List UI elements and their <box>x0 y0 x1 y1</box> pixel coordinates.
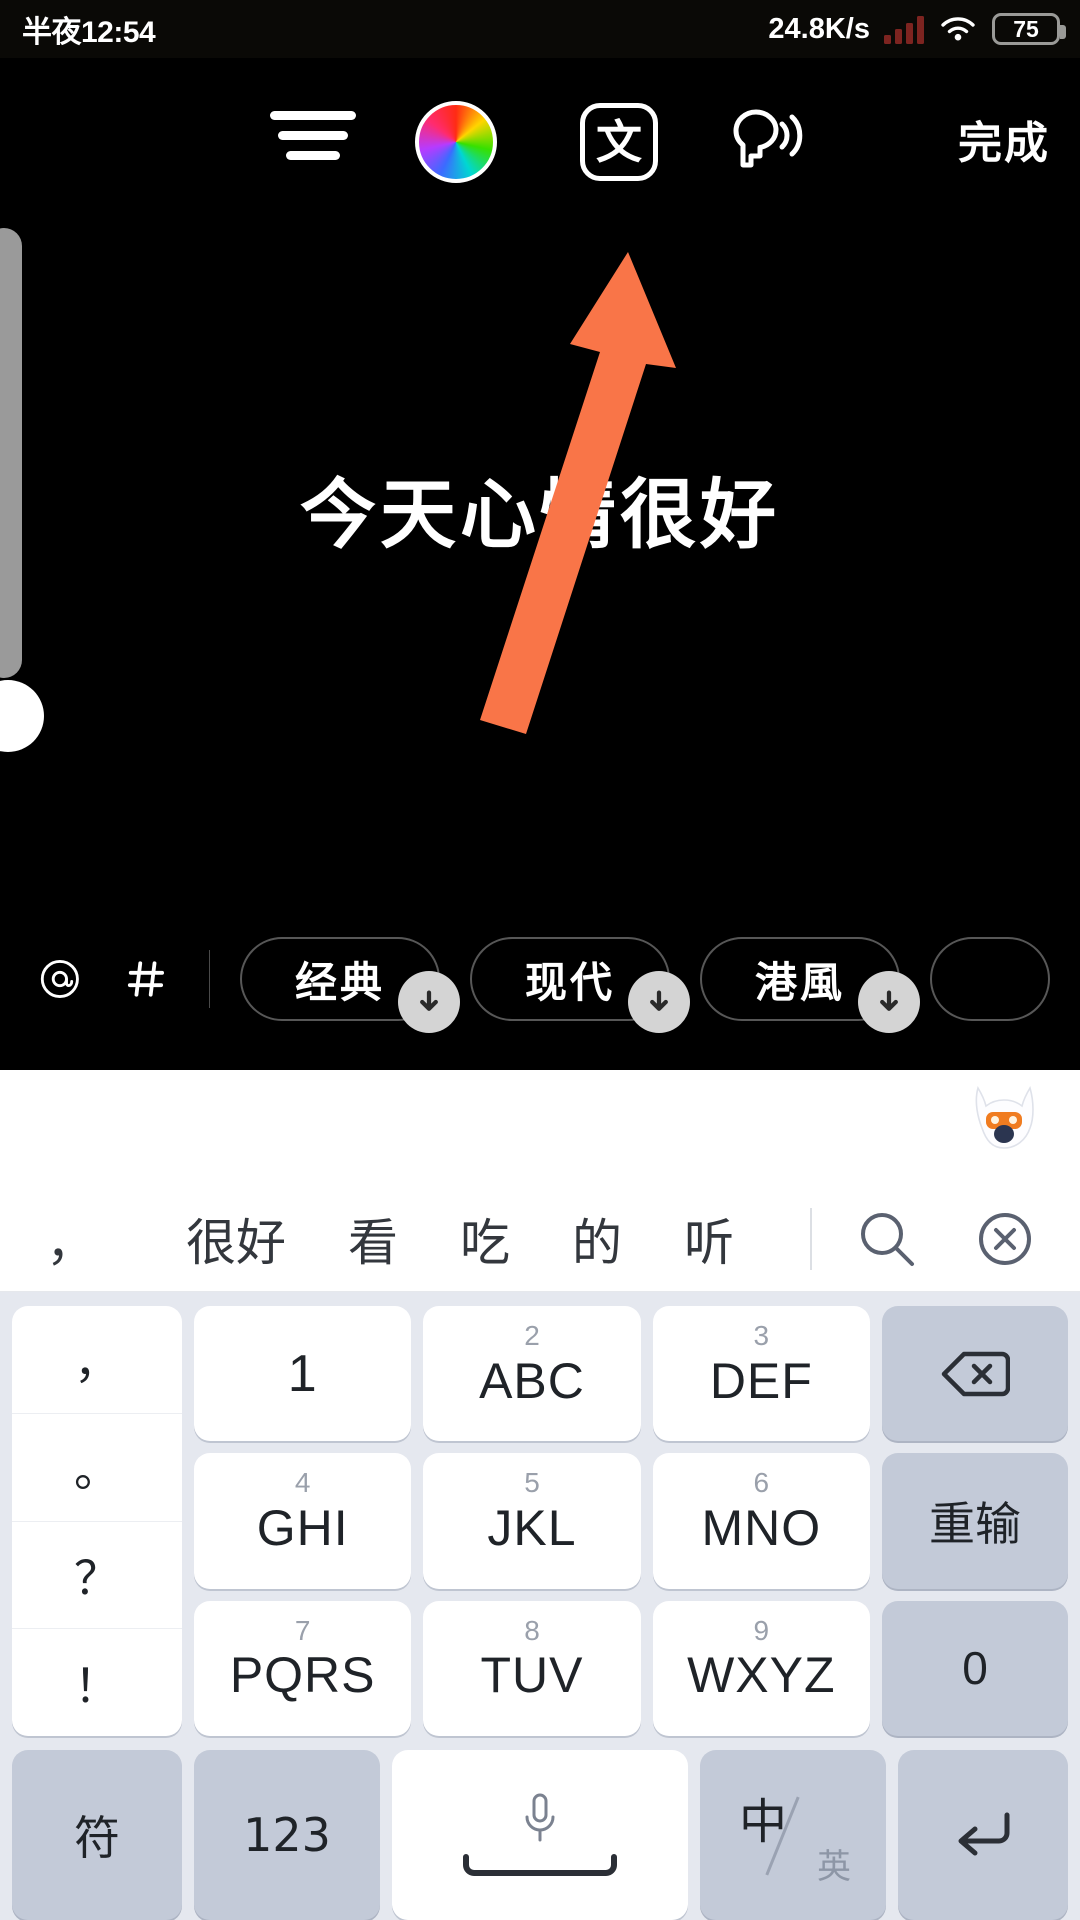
key-3-def[interactable]: 3 DEF <box>652 1306 870 1442</box>
search-icon[interactable] <box>856 1208 918 1270</box>
status-bar-time: 半夜12:54 <box>22 16 156 49</box>
reinput-key[interactable]: 重输 <box>882 1453 1068 1589</box>
backspace-key[interactable] <box>882 1306 1068 1442</box>
battery-indicator: 75 <box>992 13 1066 45</box>
keypad: ， 。 ？ ！ 1 2 ABC 3 DEF 4 GHI 5 JKL 6 MNO … <box>0 1292 1080 1920</box>
key-1[interactable]: 1 <box>194 1306 412 1442</box>
editor-bottom-bar: 经典 现代 港風 <box>0 924 1080 1034</box>
key-label: GHI <box>256 1499 349 1556</box>
enter-arrow-icon <box>958 1812 1010 1856</box>
download-arrow-icon[interactable] <box>858 971 920 1033</box>
space-bar-icon <box>463 1854 617 1876</box>
candidate-divider <box>810 1207 812 1270</box>
key-superscript: 7 <box>294 1614 311 1646</box>
key-superscript: 9 <box>753 1614 770 1646</box>
candidate-tools <box>810 1207 1080 1270</box>
key-label: WXYZ <box>687 1647 836 1704</box>
punctuation-key[interactable]: ？ <box>12 1520 182 1629</box>
keyboard-bottom-row: 符 123 中 英 <box>12 1750 1068 1920</box>
hashtag-icon[interactable] <box>126 936 167 1022</box>
side-drag-handle[interactable] <box>0 680 44 752</box>
key-superscript: 4 <box>294 1467 311 1499</box>
key-7-pqrs[interactable]: 7 PQRS <box>194 1600 412 1736</box>
enter-key[interactable] <box>898 1750 1068 1920</box>
sogou-mascot-icon[interactable] <box>968 1082 1040 1162</box>
font-style-icon[interactable]: 文 <box>580 103 658 181</box>
candidate-item[interactable]: 吃 <box>460 1203 510 1275</box>
network-speed-label: 24.8K/s <box>768 12 870 45</box>
candidate-item[interactable]: 很好 <box>186 1203 286 1275</box>
key-label: PQRS <box>229 1647 376 1704</box>
language-toggle-glyph: 中 英 <box>733 1780 853 1890</box>
punctuation-key[interactable]: ！ <box>12 1628 182 1736</box>
key-superscript: 2 <box>524 1320 540 1351</box>
key-superscript: 3 <box>753 1320 770 1351</box>
key-label: TUV <box>480 1647 584 1704</box>
done-button[interactable]: 完成 <box>958 107 1050 171</box>
text-editor-canvas[interactable]: 文 完成 今天心情很好 经典 现代 港風 <box>0 58 1080 1070</box>
style-chip[interactable] <box>930 937 1050 1021</box>
style-chip-label: 港風 <box>754 958 845 1006</box>
key-9-wxyz[interactable]: 9 WXYZ <box>652 1600 870 1736</box>
keyboard-logo-bar <box>0 1070 1080 1186</box>
editor-toolbar: 文 完成 <box>0 83 1080 193</box>
function-key-column: 重输 0 <box>882 1306 1068 1736</box>
key-label: JKL <box>487 1499 577 1556</box>
punctuation-key[interactable]: ， <box>12 1306 182 1413</box>
wifi-icon <box>941 17 975 41</box>
punctuation-key[interactable]: 。 <box>12 1412 182 1521</box>
key-label: MNO <box>701 1499 822 1556</box>
key-8-tuv[interactable]: 8 TUV <box>423 1600 641 1736</box>
text-to-speech-icon[interactable] <box>718 101 812 181</box>
download-arrow-icon[interactable] <box>398 971 460 1033</box>
toolbar-divider <box>208 950 210 1008</box>
key-label: DEF <box>709 1352 813 1409</box>
key-label: 1 <box>287 1344 318 1403</box>
backspace-icon <box>941 1351 1010 1396</box>
keypad-main-rows: ， 。 ？ ！ 1 2 ABC 3 DEF 4 GHI 5 JKL 6 MNO … <box>12 1306 1068 1736</box>
candidate-item[interactable]: 看 <box>348 1203 398 1275</box>
key-2-abc[interactable]: 2 ABC <box>423 1306 641 1442</box>
canvas-text[interactable]: 今天心情很好 <box>0 453 1080 563</box>
space-key[interactable] <box>392 1750 688 1920</box>
input-method-keyboard: ， 很好 看 吃 的 听 ， 。 ？ ！ 1 2 ABC 3 DEF 4 GHI… <box>0 1070 1080 1920</box>
style-chip[interactable]: 港風 <box>700 937 920 1033</box>
key-superscript: 5 <box>524 1467 540 1499</box>
language-english-label: 英 <box>817 1848 851 1886</box>
candidate-item[interactable]: 的 <box>572 1203 622 1275</box>
candidate-item[interactable]: ， <box>46 1203 96 1275</box>
signal-bars-icon <box>884 14 924 44</box>
key-superscript: 6 <box>753 1467 770 1499</box>
status-bar-indicators: 24.8K/s 75 <box>768 12 1066 46</box>
text-align-icon[interactable] <box>270 111 356 167</box>
key-0[interactable]: 0 <box>882 1600 1068 1736</box>
language-toggle-key[interactable]: 中 英 <box>700 1750 886 1920</box>
key-6-mno[interactable]: 6 MNO <box>652 1453 870 1589</box>
candidate-item[interactable]: 听 <box>684 1203 734 1275</box>
digit-key-grid: 1 2 ABC 3 DEF 4 GHI 5 JKL 6 MNO 7 PQRS 8… <box>194 1306 870 1736</box>
key-superscript: 8 <box>524 1614 540 1646</box>
candidate-bar: ， 很好 看 吃 的 听 <box>0 1186 1080 1292</box>
key-4-ghi[interactable]: 4 GHI <box>194 1453 412 1589</box>
battery-level-label: 75 <box>1013 15 1039 42</box>
color-wheel-icon[interactable] <box>415 101 497 183</box>
style-chip[interactable]: 现代 <box>470 937 690 1033</box>
key-label: ABC <box>479 1352 585 1409</box>
microphone-icon <box>525 1793 555 1842</box>
key-5-jkl[interactable]: 5 JKL <box>423 1453 641 1589</box>
status-bar: 半夜12:54 24.8K/s 75 <box>0 0 1080 58</box>
style-chip-label: 现代 <box>524 958 615 1006</box>
clear-circle-icon[interactable] <box>974 1208 1036 1270</box>
download-arrow-icon[interactable] <box>628 971 690 1033</box>
at-sign-icon[interactable] <box>38 933 82 1025</box>
style-chip[interactable]: 经典 <box>240 937 460 1033</box>
numeric-key[interactable]: 123 <box>194 1750 380 1920</box>
symbol-key[interactable]: 符 <box>12 1750 182 1920</box>
style-chip-label: 经典 <box>294 958 385 1006</box>
punctuation-key-column[interactable]: ， 。 ？ ！ <box>12 1306 182 1736</box>
